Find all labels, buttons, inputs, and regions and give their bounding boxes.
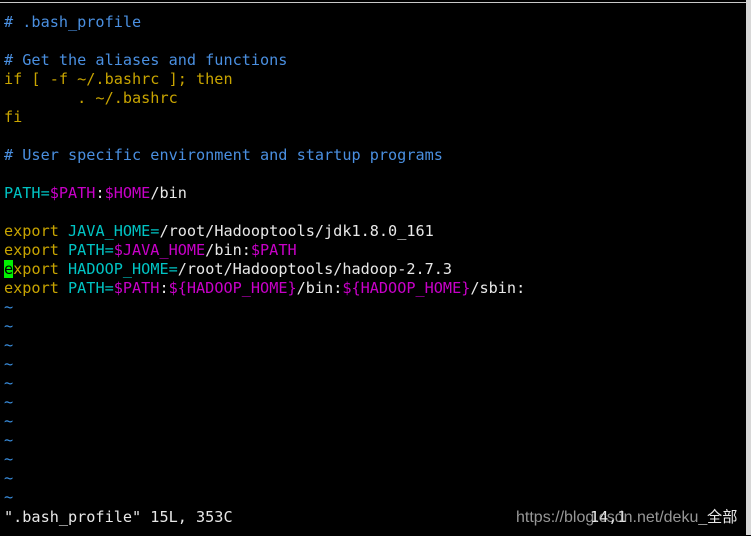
code-token: : <box>159 279 169 297</box>
code-token: JAVA_HOME= <box>68 222 160 240</box>
empty-line-tilde: ~ <box>4 374 14 392</box>
code-token: /root/Hadooptools/jdk1.8.0_161 <box>159 222 434 240</box>
code-token: $PATH <box>49 184 96 202</box>
empty-line-tilde: ~ <box>4 355 14 373</box>
code-token: # .bash_profile <box>4 13 142 31</box>
code-line[interactable]: fi <box>4 108 22 127</box>
code-token: xport <box>13 260 69 278</box>
code-token: PATH= <box>68 241 114 259</box>
code-line[interactable]: export PATH=$JAVA_HOME/bin:$PATH <box>4 241 297 260</box>
status-file-info: ".bash_profile" 15L, 353C <box>4 508 233 526</box>
code-line[interactable]: export JAVA_HOME=/root/Hadooptools/jdk1.… <box>4 222 434 241</box>
empty-line-tilde: ~ <box>4 488 14 506</box>
code-token: ${HADOOP_HOME} <box>168 279 297 297</box>
code-token: PATH= <box>68 279 114 297</box>
code-token: /sbin: <box>470 279 526 297</box>
empty-line-tilde: ~ <box>4 336 14 354</box>
code-token: PATH= <box>4 184 50 202</box>
code-token: ${HADOOP_HOME} <box>342 279 471 297</box>
code-token: /bin: <box>205 241 251 259</box>
code-line[interactable]: export PATH=$PATH:${HADOOP_HOME}/bin:${H… <box>4 279 525 298</box>
code-token: $HOME <box>104 184 151 202</box>
empty-line-tilde: ~ <box>4 317 14 335</box>
code-token: /bin <box>150 184 187 202</box>
code-line[interactable]: # User specific environment and startup … <box>4 146 443 165</box>
code-line[interactable]: if [ -f ~/.bashrc ]; then <box>4 70 233 89</box>
code-token: # Get the aliases and functions <box>4 51 288 69</box>
code-token: export <box>4 222 69 240</box>
code-line[interactable]: export HADOOP_HOME=/root/Hadooptools/had… <box>4 260 452 279</box>
code-token: export <box>4 241 69 259</box>
code-token: . ~/.bashrc <box>4 89 178 107</box>
code-token: export <box>4 279 69 297</box>
empty-line-tilde: ~ <box>4 431 14 449</box>
code-token: : <box>95 184 105 202</box>
code-token: $PATH <box>113 279 160 297</box>
status-scroll-position: 全部 <box>707 508 738 526</box>
code-line[interactable]: # .bash_profile <box>4 13 141 32</box>
code-token: HADOOP_HOME= <box>68 260 178 278</box>
empty-line-tilde: ~ <box>4 298 14 316</box>
empty-line-tilde: ~ <box>4 412 14 430</box>
empty-line-tilde: ~ <box>4 469 14 487</box>
text-cursor: e <box>4 260 14 278</box>
code-token: /root/Hadooptools/hadoop-2.7.3 <box>177 260 453 278</box>
code-token: if [ -f ~/.bashrc ]; then <box>4 70 233 88</box>
code-line[interactable]: # Get the aliases and functions <box>4 51 287 70</box>
code-token: fi <box>4 108 23 126</box>
empty-line-tilde: ~ <box>4 393 14 411</box>
code-token: /bin: <box>296 279 343 297</box>
code-line[interactable]: PATH=$PATH:$HOME/bin <box>4 184 187 203</box>
code-token: $JAVA_HOME <box>113 241 206 259</box>
window-border <box>746 0 751 535</box>
code-token: # User specific environment and startup … <box>4 146 443 164</box>
vim-terminal[interactable]: # .bash_profile # Get the aliases and fun… <box>0 2 746 536</box>
code-line[interactable]: . ~/.bashrc <box>4 89 178 108</box>
code-token: $PATH <box>250 241 297 259</box>
watermark: https://blog.csdn.net/deku_ <box>516 509 708 526</box>
empty-line-tilde: ~ <box>4 450 14 468</box>
